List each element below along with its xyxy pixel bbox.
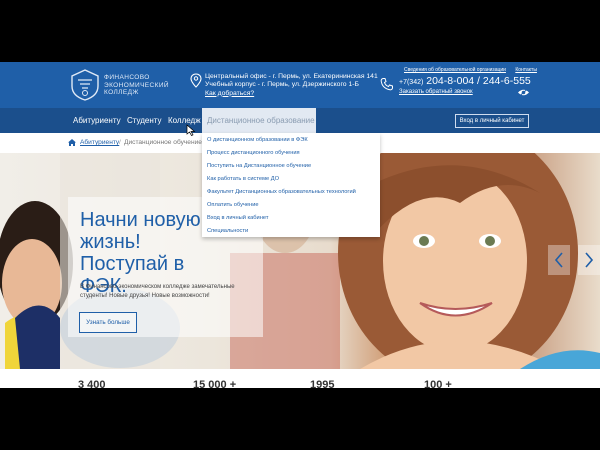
org-info-link[interactable]: Сведения об образовательной организации: [404, 67, 506, 73]
nav-item-students[interactable]: Студенту: [127, 116, 162, 125]
directions-link[interactable]: Как добраться?: [205, 90, 378, 98]
slider-prev-icon[interactable]: [548, 245, 570, 275]
callback-link[interactable]: Заказать обратный звонок: [399, 89, 473, 95]
main-nav: Абитуриенту Студенту Колледж Дистанционн…: [0, 108, 600, 133]
distance-learning-dropdown: О дистанционном образовании в ФЭК Процес…: [202, 133, 380, 237]
address-block: Центральный офис - г. Пермь, ул. Екатери…: [205, 73, 378, 98]
phone-icon: [380, 78, 393, 91]
contacts-link[interactable]: Контакты: [515, 67, 537, 73]
dropdown-item-how-to[interactable]: Как работать в системе ДО: [207, 176, 279, 182]
stat-value: 100 +: [424, 379, 452, 388]
slider-next-icon[interactable]: [578, 245, 600, 275]
mouse-cursor-icon: [186, 124, 196, 136]
stats-row: 3 400 15 000 + 1995 100 +: [0, 369, 600, 388]
nav-item-distance-learning[interactable]: Дистанционное образование: [202, 108, 316, 133]
learn-more-button[interactable]: Узнать больше: [79, 312, 137, 333]
location-pin-icon: [190, 73, 202, 88]
stat-value: 15 000 +: [193, 379, 237, 388]
dropdown-item-specialties[interactable]: Специальности: [207, 228, 248, 234]
dropdown-item-faculty[interactable]: Факультет Дистанционных образовательных …: [207, 189, 356, 195]
dropdown-item-cabinet[interactable]: Вход в личный кабинет: [207, 215, 268, 221]
address-campus: Учебный корпус - г. Пермь, ул. Дзержинск…: [205, 81, 359, 89]
breadcrumb-applicants-link[interactable]: Абитуриенту: [80, 139, 119, 146]
logo-line: ЭКОНОМИЧЕСКИЙ: [104, 81, 169, 89]
cabinet-login-button[interactable]: Вход в личный кабинет: [455, 114, 529, 128]
logo-text[interactable]: ФИНАНСОВО ЭКОНОМИЧЕСКИЙ КОЛЛЕДЖ: [104, 74, 169, 97]
nav-item-applicants[interactable]: Абитуриенту: [73, 116, 121, 125]
phone-prefix: +7(342): [399, 79, 424, 86]
hero-text: В Финансово-экономическом колледже замеч…: [80, 284, 235, 299]
site-header: ФИНАНСОВО ЭКОНОМИЧЕСКИЙ КОЛЛЕДЖ Централь…: [0, 62, 600, 108]
dropdown-item-enroll[interactable]: Поступить на Дистанционное обучение: [207, 163, 311, 169]
dropdown-item-payment[interactable]: Оплатить обучение: [207, 202, 259, 208]
logo-line: ФИНАНСОВО: [104, 74, 150, 81]
phone-numbers[interactable]: +7(342) 204-8-004 / 244-6-555: [399, 75, 531, 87]
browser-viewport: ФИНАНСОВО ЭКОНОМИЧЕСКИЙ КОЛЛЕДЖ Централь…: [0, 62, 600, 388]
college-logo-icon[interactable]: [68, 68, 102, 102]
logo-line: КОЛЛЕДЖ: [104, 89, 139, 96]
nav-item-label: Дистанционное образование: [207, 116, 315, 125]
breadcrumb-separator: /: [119, 139, 121, 146]
dropdown-item-about[interactable]: О дистанционном образовании в ФЭК: [207, 137, 308, 143]
eye-icon[interactable]: [517, 88, 530, 97]
dropdown-item-process[interactable]: Процесс дистанционного обучения: [207, 150, 300, 156]
stat-value: 3 400: [78, 379, 106, 388]
phone-values: 204-8-004 / 244-6-555: [426, 75, 531, 87]
stat-value: 1995: [310, 379, 335, 388]
breadcrumb-current: Дистанционное обучение: [124, 139, 202, 146]
top-links: Сведения об образовательной организации …: [404, 67, 545, 73]
home-icon[interactable]: [68, 139, 76, 146]
